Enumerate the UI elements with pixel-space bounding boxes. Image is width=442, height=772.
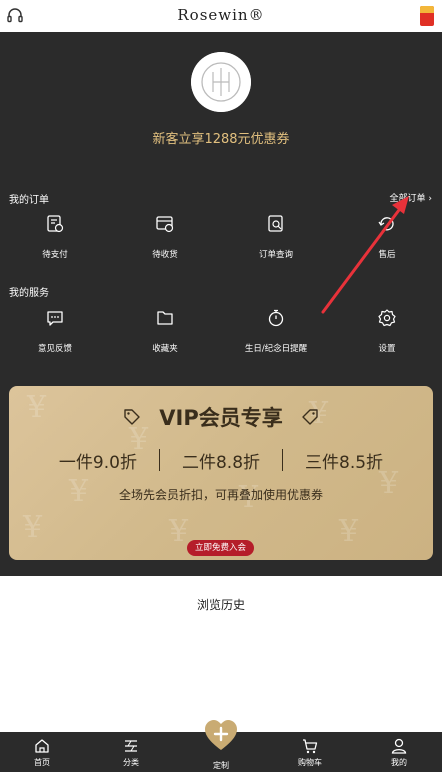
service-item-label: 收藏夹 [152,344,178,354]
gear-icon [378,309,396,327]
coupon-banner[interactable]: 新客立享1288元优惠券 [0,128,442,147]
nav-label[interactable]: 定制 [191,760,251,771]
service-item-label: 设置 [378,344,396,354]
profile-panel: 新客立享1288元优惠券 我的订单 全部订单 › 待支付 待收货 订单查询 售后… [0,32,442,576]
service-item-feedback[interactable]: 意见反馈 [0,308,110,354]
vip-card[interactable]: ¥ ¥ ¥ ¥ ¥ ¥ ¥ ¥ ¥ VIP会员专享 一件9.0折 二件8.8折 [9,386,433,560]
vip-offers: 一件9.0折 二件8.8折 三件8.5折 [9,448,433,473]
top-bar: Rosewin® [0,0,442,32]
nav-mine[interactable]: 我的 [369,732,429,772]
order-item-pending-payment[interactable]: 待支付 [0,214,110,260]
order-item-after-sales[interactable]: 售后 [332,214,442,260]
orders-title: 我的订单 [9,195,49,206]
category-icon [125,740,137,752]
watermark-icon: ¥ [23,510,43,545]
vip-title: VIP会员专享 [159,406,283,430]
services-title: 我的服务 [9,288,49,299]
home-icon [35,739,49,753]
folder-icon [157,311,173,325]
payment-icon [47,215,64,233]
order-item-label: 待支付 [42,250,68,260]
nav-category[interactable]: 分类 [101,732,161,772]
nav-home[interactable]: 首页 [12,732,72,772]
bottom-nav: 首页 分类 定制 购物车 我的 [0,720,442,772]
service-item-label: 生日/纪念日提醒 [244,344,308,354]
order-search-icon [268,215,283,232]
cart-icon [303,739,318,754]
vip-subtitle: 全场先会员折扣，可再叠加使用优惠券 [118,488,323,502]
order-item-pending-receipt[interactable]: 待收货 [110,214,220,260]
watermark-icon: ¥ [169,514,189,549]
nav-label: 分类 [123,758,139,767]
order-item-label: 待收货 [152,250,178,260]
red-envelope-icon[interactable] [420,6,434,26]
after-sales-icon [378,217,394,231]
nav-label: 我的 [391,758,407,767]
profile-icon [391,738,407,754]
all-orders-link[interactable]: 全部订单 › [390,191,432,204]
history-title: 浏览历史 [196,598,245,612]
screen: Rosewin® 新客立享1288元优惠券 我的订单 全部订单 › 待支付 待收… [0,0,442,772]
vip-offer: 三件8.5折 [305,453,384,473]
avatar[interactable] [191,52,251,112]
join-vip-button[interactable]: 立即免费入会 [187,540,254,556]
order-item-label: 售后 [378,250,396,260]
nav-label: 首页 [34,758,50,767]
order-item-query[interactable]: 订单查询 [221,214,331,260]
service-item-label: 意见反馈 [37,344,72,354]
tag-icon [302,409,318,425]
orders-row: 待支付 待收货 订单查询 售后 [0,214,442,270]
vip-offer: 二件8.8折 [181,453,261,473]
feedback-icon [47,311,63,326]
order-item-label: 订单查询 [258,250,293,260]
brand-logo: Rosewin® [177,6,265,24]
watermark-icon: ¥ [339,514,359,549]
heart-plus-icon[interactable] [203,718,239,754]
receive-icon [156,216,174,233]
service-item-reminder[interactable]: 生日/纪念日提醒 [221,308,331,354]
vip-offer: 一件9.0折 [58,453,137,473]
nav-label: 购物车 [298,758,322,767]
timer-icon [268,309,284,327]
service-item-settings[interactable]: 设置 [332,308,442,354]
nav-cart[interactable]: 购物车 [280,732,340,772]
services-row: 意见反馈 收藏夹 生日/纪念日提醒 设置 [0,308,442,364]
service-item-favorites[interactable]: 收藏夹 [110,308,220,354]
